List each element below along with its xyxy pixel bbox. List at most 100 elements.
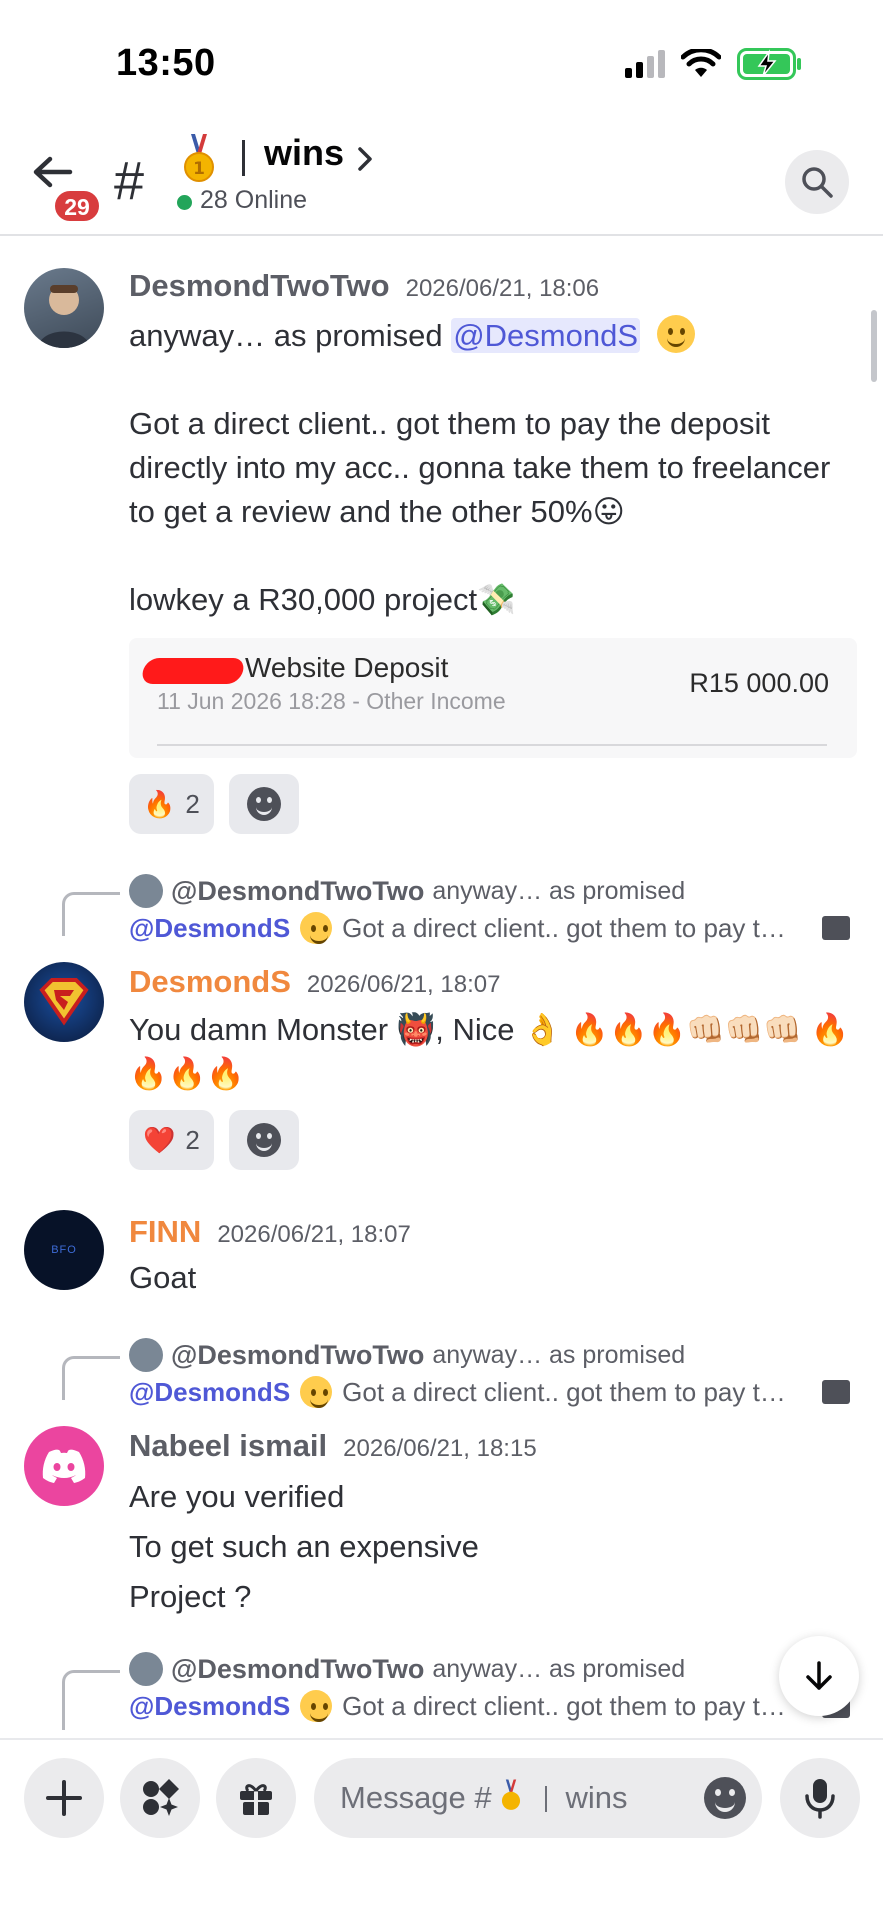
avatar-logo-text: BFO [51,1244,77,1256]
unread-badge: 29 [52,188,102,224]
online-count: 28 Online [200,186,308,214]
slightly-smiling-face-icon [300,1376,333,1408]
scrollbar[interactable] [871,310,877,382]
avatar[interactable]: BFO [24,1210,104,1290]
gold-medal-icon: 1 [184,134,214,182]
add-reaction-button[interactable] [229,1110,299,1170]
emoji-icon[interactable] [704,1777,746,1819]
reaction-heart[interactable]: ❤️ 2 [129,1110,214,1170]
chevron-right-icon[interactable] [356,146,374,172]
slightly-smiling-face-icon [300,912,333,944]
search-button[interactable] [785,150,849,214]
attach-button[interactable] [24,1758,104,1838]
message-author[interactable]: Nabeel ismail [129,1428,327,1464]
message-header: Nabeel ismail 2026/06/21, 18:15 [129,1428,537,1464]
channel-name-separator [242,140,245,176]
message-line: Are you verified [129,1479,345,1514]
reply-author: @DesmondTwoTwo [171,875,425,906]
reply-preview[interactable]: @DesmondTwoTwo anyway… as promised [129,1652,685,1686]
reaction-count: 2 [185,788,200,819]
reply-snippet: anyway… as promised [432,876,686,905]
placeholder-channel: wins [565,1780,628,1815]
avatar[interactable] [24,268,104,348]
reply-connector [62,1356,120,1400]
message-header: DesmondS 2026/06/21, 18:07 [129,964,500,1000]
gift-button[interactable] [216,1758,296,1838]
image-attachment[interactable]: Website Deposit 11 Jun 2026 18:28 - Othe… [129,638,857,758]
user-mention[interactable]: @DesmondS [451,318,641,353]
status-icons [625,48,803,80]
gold-medal-icon [502,1779,521,1810]
reply-author: @DesmondTwoTwo [171,1339,425,1370]
reply-mention: @DesmondS [129,1690,291,1721]
message-paragraph: lowkey a R30,000 project💸 [129,582,516,617]
message-header: FINN 2026/06/21, 18:07 [129,1214,411,1250]
superman-logo-icon [39,978,89,1026]
jump-to-bottom-button[interactable] [779,1636,859,1716]
apps-button[interactable] [120,1758,200,1838]
image-icon [822,916,851,940]
message-content: anyway… as promised @DesmondS Got a dire… [129,314,859,622]
reply-avatar [129,1338,163,1372]
arrow-down-icon [806,1661,832,1690]
search-icon [802,167,833,198]
message-author[interactable]: DesmondS [129,964,291,1000]
user-photo-icon [38,285,90,348]
attachment-amount: R15 000.00 [689,668,829,698]
status-bar: 13:50 [0,0,883,120]
channel-header: 29 # 1 wins 28 Online [0,120,883,236]
message-author[interactable]: FINN [129,1214,201,1250]
attachment-title: Website Deposit [245,652,449,683]
reply-preview[interactable]: @DesmondTwoTwo anyway… as promised [129,874,685,908]
reply-connector [62,892,120,936]
image-icon [822,1380,851,1404]
message-timestamp: 2026/06/21, 18:06 [405,275,600,302]
message-author[interactable]: DesmondTwoTwo [129,268,390,304]
reply-text: Got a direct client.. got them to pay t… [342,912,786,943]
message-text: You damn Monster 👹, Nice 👌 🔥🔥🔥👊🏻👊🏻👊🏻 🔥🔥🔥… [129,1012,850,1091]
reaction-fire[interactable]: 🔥 2 [129,774,214,834]
voice-message-button[interactable] [780,1758,860,1838]
message-line: Project ? [129,1579,252,1614]
message-timestamp: 2026/06/21, 18:07 [217,1221,411,1248]
attachment-divider [157,744,827,746]
message-line: anyway… as promised @DesmondS [129,314,859,358]
add-reaction-button[interactable] [229,774,299,834]
status-time: 13:50 [116,42,216,84]
online-status-dot [177,195,192,210]
reply-text: Got a direct client.. got them to pay t… [342,1690,786,1721]
reply-mention: @DesmondS [129,912,291,943]
apps-icon [143,1779,179,1816]
reply-preview-content[interactable]: @DesmondS Got a direct client.. got them… [129,1376,859,1408]
reply-text: Got a direct client.. got them to pay t… [342,1376,786,1407]
reply-preview-content[interactable]: @DesmondS Got a direct client.. got them… [129,1690,859,1722]
reply-avatar [129,874,163,908]
message-text: anyway… as promised [129,318,452,353]
message-timestamp: 2026/06/21, 18:15 [343,1435,537,1462]
gift-icon [240,1784,272,1815]
avatar[interactable] [24,1426,104,1506]
reaction-count: 2 [185,1124,200,1155]
microphone-icon [805,1779,835,1819]
message-input[interactable]: Message # wins [314,1758,762,1838]
add-reaction-icon [247,1123,281,1157]
reply-mention: @DesmondS [129,1376,291,1407]
slightly-smiling-face-icon [300,1690,333,1722]
channel-hash-icon: # [114,151,145,211]
add-reaction-icon [247,787,281,821]
channel-name[interactable]: wins [264,132,344,174]
reply-preview[interactable]: @DesmondTwoTwo anyway… as promised [129,1338,685,1372]
message-header: DesmondTwoTwo 2026/06/21, 18:06 [129,268,599,304]
redaction-mark [139,658,247,684]
reply-connector [62,1670,120,1730]
reply-snippet: anyway… as promised [432,1654,686,1683]
message-text: Goat [129,1260,197,1295]
reply-preview-content[interactable]: @DesmondS Got a direct client.. got them… [129,912,859,944]
svg-text:1: 1 [193,159,205,179]
cellular-signal-icon [625,50,665,78]
avatar[interactable] [24,962,104,1042]
heart-icon: ❤️ [143,1124,176,1155]
fire-icon: 🔥 [143,788,176,819]
message-list[interactable]: DesmondTwoTwo 2026/06/21, 18:06 anyway… … [0,238,883,1738]
message-placeholder: Message # wins [340,1778,628,1816]
